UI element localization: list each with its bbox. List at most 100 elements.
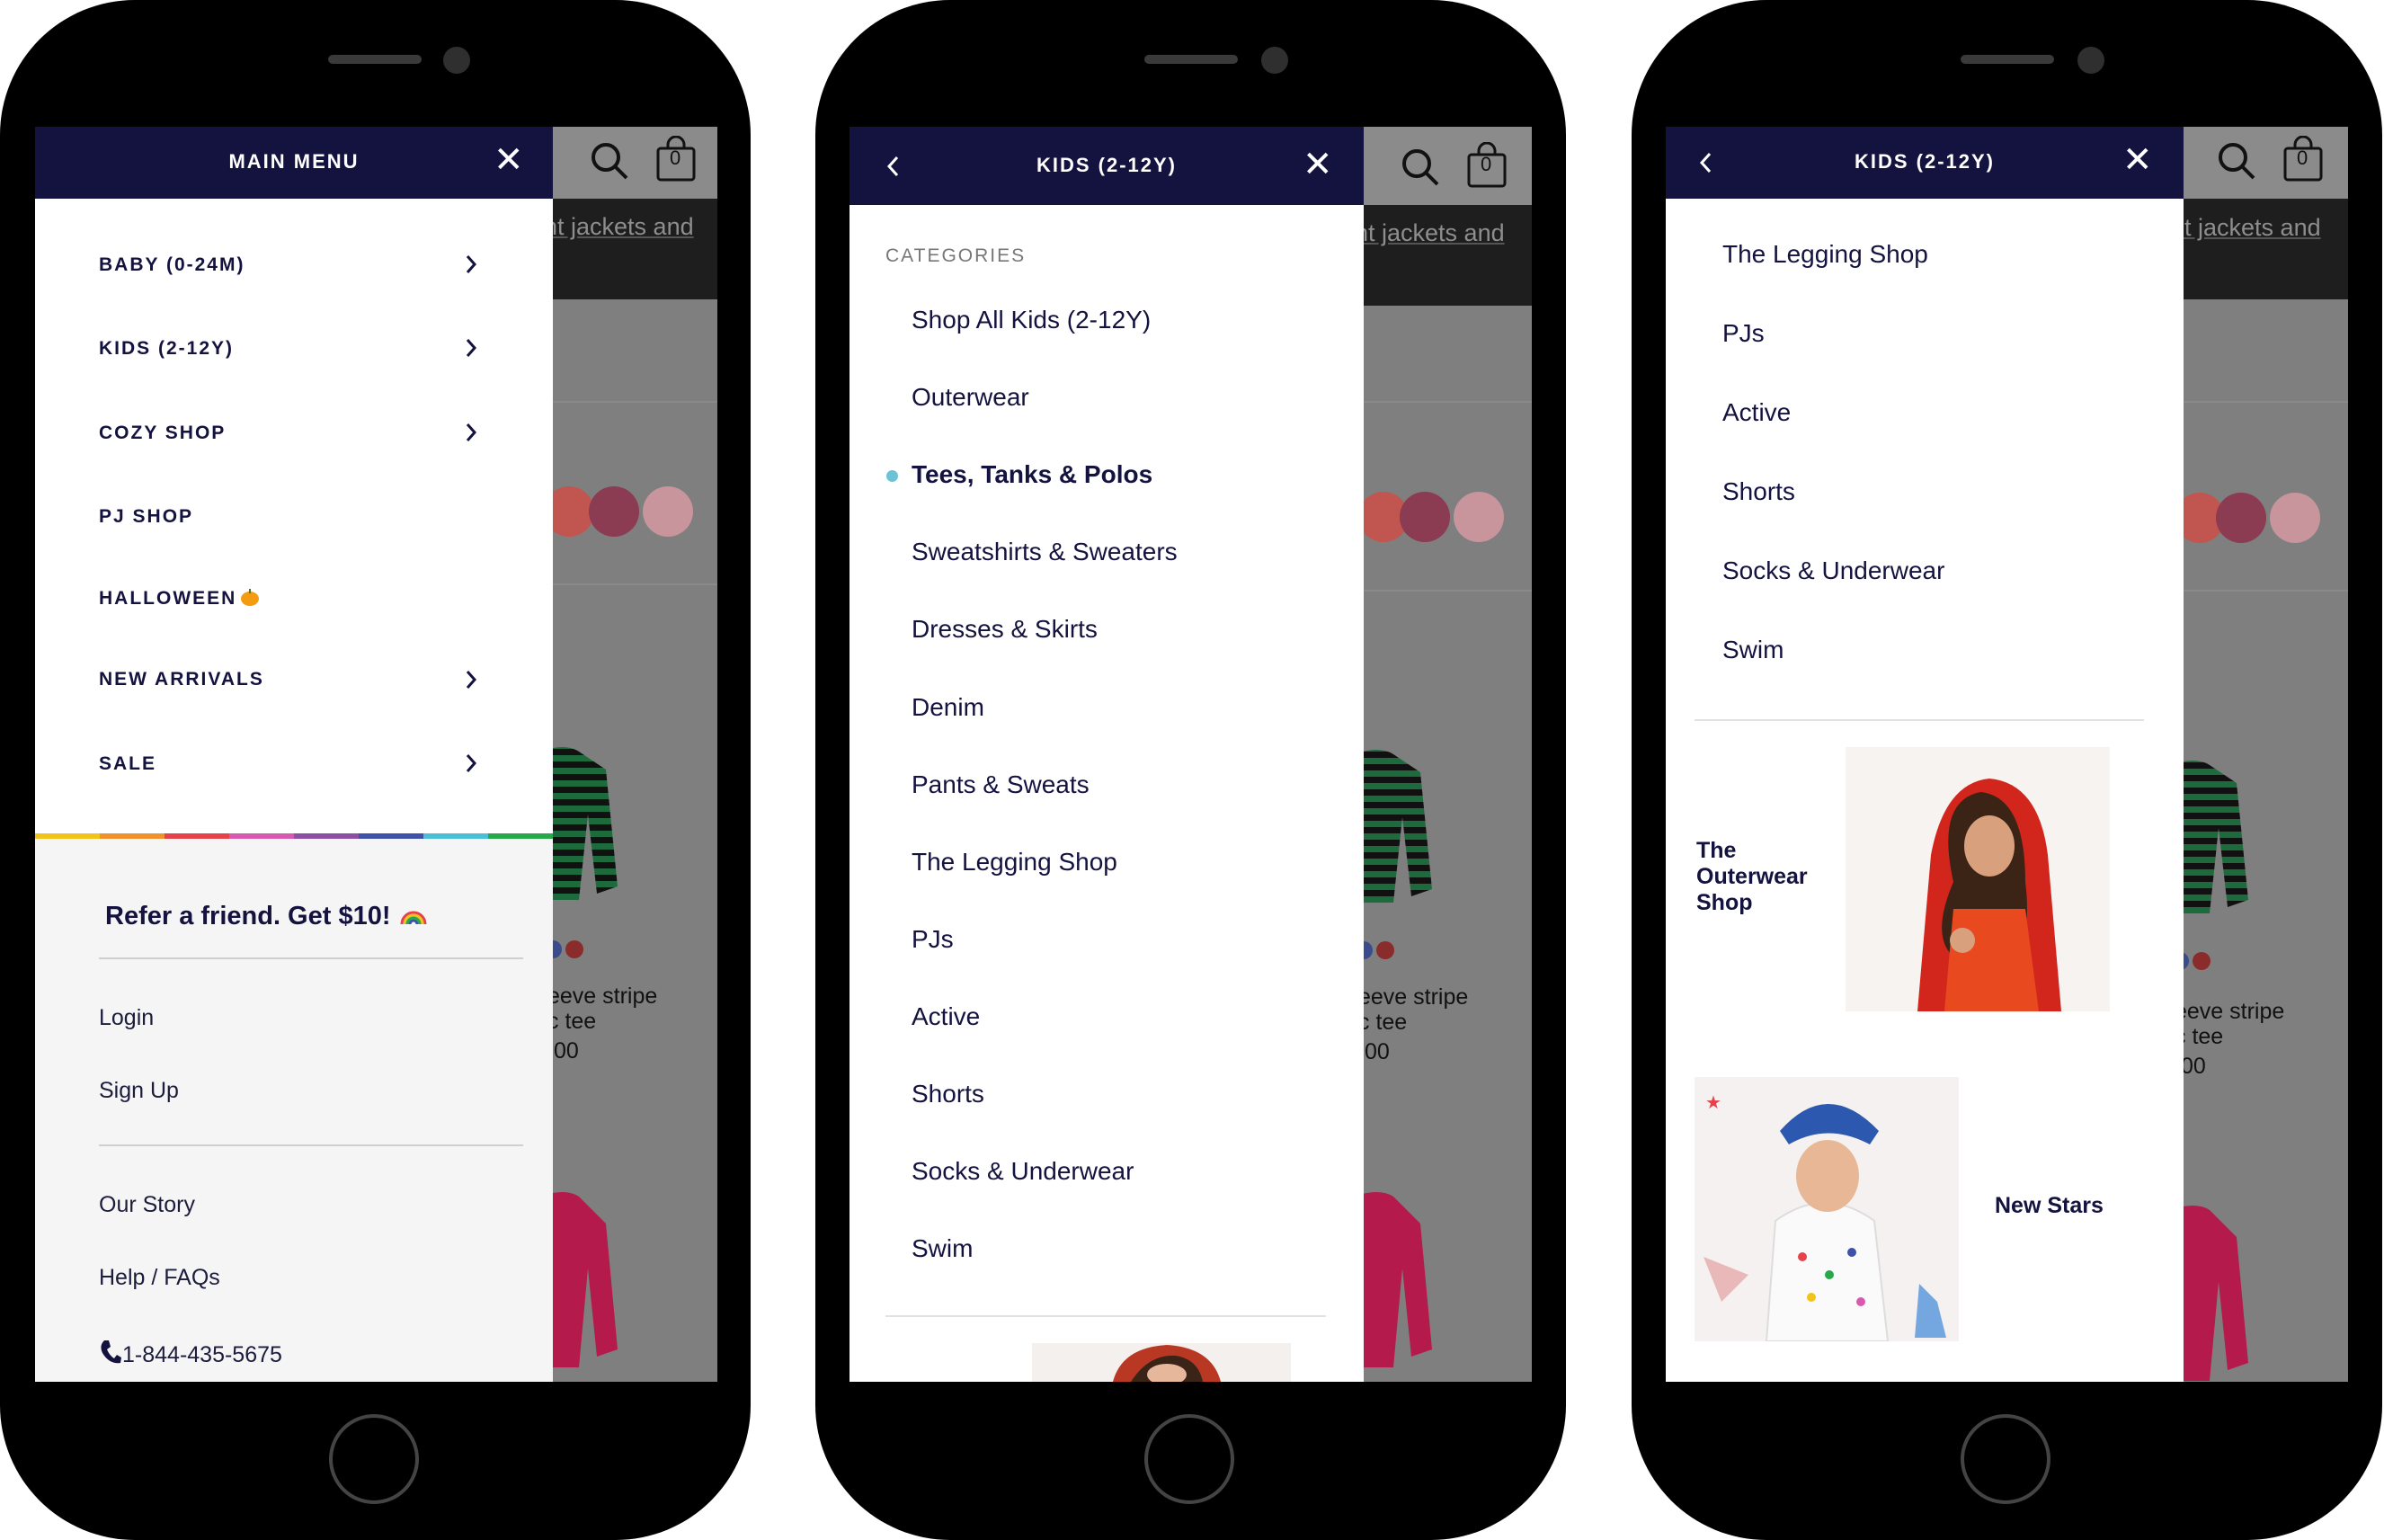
color-swatch[interactable] [643,486,693,537]
drawer-header: KIDS (2-12Y) ✕ [1666,127,2184,199]
phone-number: 1-844-435-5675 [122,1342,282,1367]
banner-link[interactable]: nt jackets and [544,213,694,241]
category-item[interactable]: Socks & Underwear [1722,556,1944,585]
close-icon[interactable]: ✕ [2122,142,2153,178]
cart-count: 0 [2297,147,2308,169]
category-item[interactable]: Shop All Kids (2-12Y) [912,306,1151,334]
drawer-title: KIDS (2-12Y) [1854,150,1996,173]
category-item-selected[interactable]: Tees, Tanks & Polos [912,460,1152,489]
product-name[interactable]: c tee [547,1008,596,1035]
outerwear-promo-image[interactable] [1846,747,2110,1011]
home-button[interactable] [329,1414,419,1504]
category-item[interactable]: Outerwear [912,383,1029,412]
search-icon[interactable] [589,140,630,182]
speaker [1144,55,1238,64]
chevron-right-icon [466,255,477,273]
striped-sweater-image[interactable] [1353,745,1434,907]
category-item[interactable]: The Legging Shop [1722,240,1928,269]
our-story-link[interactable]: Our Story [99,1192,195,1218]
menu-item-label: SALE [99,753,157,774]
color-swatch[interactable] [2270,493,2320,543]
category-item[interactable]: Pants & Sweats [912,770,1090,799]
search-icon[interactable] [2216,140,2257,182]
product-name[interactable]: eeve stripe [547,983,657,1010]
login-link[interactable]: Login [99,1005,154,1031]
banner-link[interactable]: nt jackets and [1355,219,1505,247]
color-dot[interactable] [2193,952,2211,970]
screen: 0 nt jackets and eeve stripe c tee .00 M… [35,127,717,1382]
menu-item-label: HALLOWEEN [99,588,237,609]
category-item[interactable]: Shorts [912,1080,984,1108]
drawer-header: KIDS (2-12Y) ✕ [850,127,1364,205]
rainbow-icon [400,911,427,925]
category-item[interactable]: Active [912,1002,980,1031]
promo-title-line: Shop [1696,890,1753,915]
pink-cardigan-image[interactable] [1353,1188,1434,1367]
menu-item-label: COZY SHOP [99,423,227,443]
phone-frame-kids-scrolled: 0 nt jackets and eeve stripe c tee .00 K… [1632,0,2382,1540]
category-item[interactable]: Shorts [1722,477,1795,506]
help-faqs-link[interactable]: Help / FAQs [99,1265,220,1291]
promo-label: New Stars [1995,1193,2104,1218]
cart-count: 0 [1481,153,1492,175]
phone-link[interactable]: 1-844-435-5675 [99,1335,282,1368]
chevron-right-icon [466,423,477,441]
chevron-right-icon [466,671,477,689]
categories-heading: CATEGORIES [885,245,1027,266]
refer-friend-link[interactable]: Refer a friend. Get $10! [105,902,427,931]
kids-category-drawer-scrolled: KIDS (2-12Y) ✕ The Legging Shop PJs Acti… [1666,127,2184,1382]
menu-item-label: PJ SHOP [99,506,194,527]
chevron-right-icon [466,339,477,357]
divider [99,957,523,959]
color-swatch[interactable] [589,486,639,537]
divider [885,1315,1326,1317]
front-camera [1261,47,1288,74]
menu-item-label: KIDS (2-12Y) [99,338,235,359]
category-item[interactable]: Active [1722,398,1791,427]
menu-item-label: NEW ARRIVALS [99,669,264,690]
search-icon[interactable] [1400,147,1441,188]
color-swatch[interactable] [2216,493,2266,543]
banner-link[interactable]: nt jackets and [2171,214,2321,242]
signup-link[interactable]: Sign Up [99,1078,179,1104]
kids-category-drawer: KIDS (2-12Y) ✕ CATEGORIES Shop All Kids … [850,127,1364,1382]
screen: 0 nt jackets and eeve stripe c tee .00 K… [1666,127,2348,1382]
category-item[interactable]: Denim [912,693,984,722]
drawer-title: MAIN MENU [228,150,360,173]
promo-title-line: Outerwear [1696,864,1808,889]
menu-item-label: BABY (0-24M) [99,254,245,275]
speaker [328,55,422,64]
close-icon[interactable]: ✕ [1303,147,1333,182]
product-name[interactable]: eeve stripe [1358,984,1468,1010]
product-name[interactable]: c tee [1358,1009,1407,1036]
phone-frame-main-menu: 0 nt jackets and eeve stripe c tee .00 M… [0,0,751,1540]
category-item[interactable]: Dresses & Skirts [912,615,1098,644]
category-item[interactable]: The Legging Shop [912,848,1117,877]
color-dot[interactable] [1376,941,1394,959]
close-icon[interactable]: ✕ [494,142,524,178]
category-item[interactable]: PJs [1722,319,1765,348]
chevron-right-icon [466,754,477,772]
speaker [1961,55,2054,64]
new-stars-promo-image[interactable]: ★ [1695,1077,1959,1341]
color-swatch[interactable] [1454,492,1504,542]
product-name[interactable]: eeve stripe [2175,998,2284,1025]
promo-image-peek[interactable] [1032,1343,1291,1382]
divider [99,1144,523,1146]
promo-title: The Outerwear Shop [1696,838,1808,916]
color-dot[interactable] [565,940,583,958]
cart-count: 0 [670,147,681,169]
category-item[interactable]: PJs [912,925,954,954]
selected-indicator [886,470,898,482]
category-item[interactable]: Socks & Underwear [912,1157,1134,1186]
divider [1695,719,2144,721]
home-button[interactable] [1144,1414,1234,1504]
promo-title-line: The [1696,838,1737,863]
home-button[interactable] [1961,1414,2050,1504]
color-swatch[interactable] [1400,492,1450,542]
category-item[interactable]: Swim [912,1234,973,1263]
category-item[interactable]: Sweatshirts & Sweaters [912,538,1178,566]
account-panel: Refer a friend. Get $10! Login Sign Up O… [35,839,553,1382]
screen: 0 nt jackets and eeve stripe c tee .00 K… [850,127,1532,1382]
category-item[interactable]: Swim [1722,636,1784,664]
